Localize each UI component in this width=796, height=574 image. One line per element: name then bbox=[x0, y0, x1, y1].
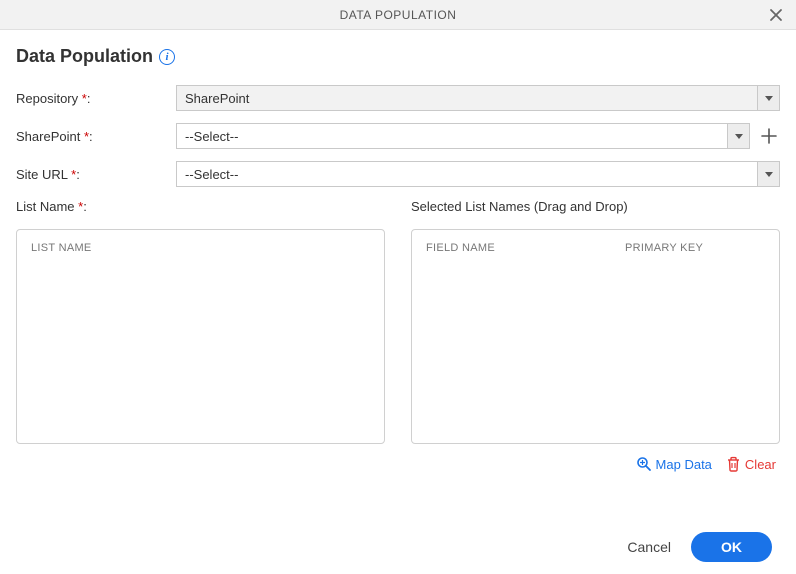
page-title-row: Data Population i bbox=[16, 46, 780, 67]
selected-list-column: Selected List Names (Drag and Drop) FIEL… bbox=[411, 199, 780, 472]
chevron-down-icon bbox=[765, 172, 773, 177]
primary-key-header: PRIMARY KEY bbox=[625, 242, 765, 254]
repository-row: Repository *: SharePoint bbox=[16, 85, 780, 111]
chevron-down-icon bbox=[765, 96, 773, 101]
list-name-header: LIST NAME bbox=[17, 230, 384, 266]
clear-label: Clear bbox=[745, 457, 776, 472]
map-data-label: Map Data bbox=[656, 457, 712, 472]
sharepoint-row: SharePoint *: --Select-- bbox=[16, 123, 780, 149]
modal-header: DATA POPULATION bbox=[0, 0, 796, 30]
site-url-row: Site URL *: --Select-- bbox=[16, 161, 780, 187]
sharepoint-select[interactable]: --Select-- bbox=[176, 123, 750, 149]
modal-title: DATA POPULATION bbox=[340, 8, 457, 22]
plus-icon bbox=[761, 128, 777, 144]
list-name-label: List Name *: bbox=[16, 199, 385, 217]
clear-button[interactable]: Clear bbox=[726, 456, 776, 472]
sharepoint-value: --Select-- bbox=[177, 124, 727, 148]
sharepoint-dropdown-button[interactable] bbox=[727, 124, 749, 148]
ok-button[interactable]: OK bbox=[691, 532, 772, 562]
list-name-column: List Name *: LIST NAME bbox=[16, 199, 385, 472]
trash-icon bbox=[726, 456, 741, 472]
selected-list-label: Selected List Names (Drag and Drop) bbox=[411, 199, 780, 217]
list-actions: Map Data Clear bbox=[411, 444, 780, 472]
repository-select[interactable]: SharePoint bbox=[176, 85, 780, 111]
lists-row: List Name *: LIST NAME Selected List Nam… bbox=[16, 199, 780, 472]
selected-list-box[interactable]: FIELD NAME PRIMARY KEY bbox=[411, 229, 780, 444]
sharepoint-label: SharePoint *: bbox=[16, 129, 176, 144]
list-name-header-col: LIST NAME bbox=[31, 242, 370, 254]
list-name-box[interactable]: LIST NAME bbox=[16, 229, 385, 444]
map-data-button[interactable]: Map Data bbox=[636, 456, 712, 472]
modal-footer: Cancel OK bbox=[627, 532, 772, 562]
cancel-button[interactable]: Cancel bbox=[627, 539, 671, 555]
site-url-value: --Select-- bbox=[177, 162, 757, 186]
site-url-label: Site URL *: bbox=[16, 167, 176, 182]
repository-value: SharePoint bbox=[177, 86, 757, 110]
magnifier-icon bbox=[636, 456, 652, 472]
selected-list-header: FIELD NAME PRIMARY KEY bbox=[412, 230, 779, 266]
add-sharepoint-button[interactable] bbox=[758, 125, 780, 147]
repository-label: Repository *: bbox=[16, 91, 176, 106]
field-name-header: FIELD NAME bbox=[426, 242, 625, 254]
chevron-down-icon bbox=[735, 134, 743, 139]
site-url-select[interactable]: --Select-- bbox=[176, 161, 780, 187]
close-button[interactable] bbox=[764, 3, 788, 27]
info-icon[interactable]: i bbox=[159, 49, 175, 65]
page-title: Data Population bbox=[16, 46, 153, 67]
repository-dropdown-button[interactable] bbox=[757, 86, 779, 110]
close-icon bbox=[769, 8, 783, 22]
site-url-dropdown-button[interactable] bbox=[757, 162, 779, 186]
modal-content: Data Population i Repository *: SharePoi… bbox=[0, 30, 796, 472]
